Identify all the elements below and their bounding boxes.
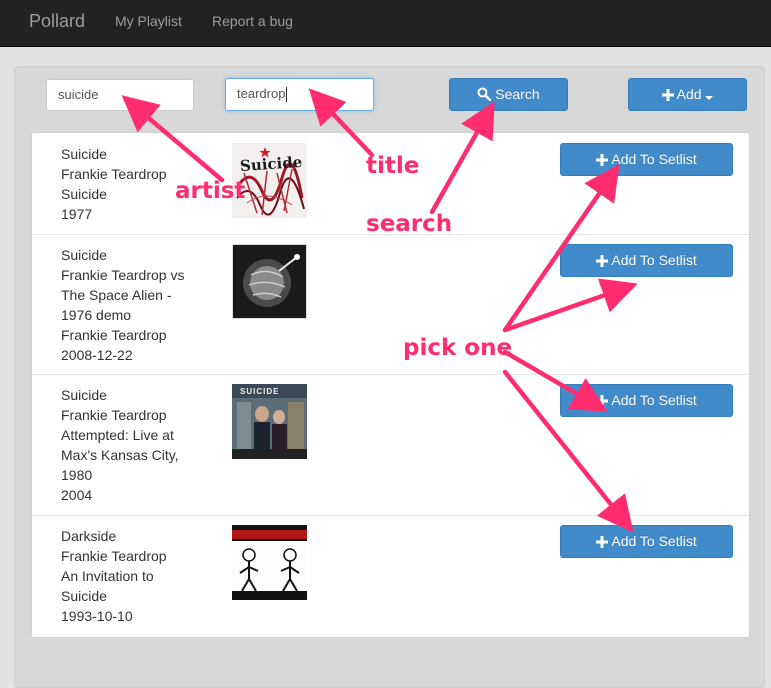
artist-name: Suicide bbox=[61, 387, 107, 403]
add-to-setlist-label: Add To Setlist bbox=[611, 151, 697, 167]
release-date: 1977 bbox=[61, 206, 93, 222]
add-to-setlist-label: Add To Setlist bbox=[611, 533, 697, 549]
plus-icon bbox=[661, 86, 674, 102]
annotation-pick-one: pick one bbox=[403, 335, 513, 361]
album-cover bbox=[232, 525, 307, 600]
annotation-artist: artist bbox=[175, 178, 246, 204]
track-info: Suicide Frankie Teardrop Attempted: Live… bbox=[61, 385, 201, 505]
album-name: An Invitation to bbox=[61, 568, 154, 584]
album-cover bbox=[232, 244, 307, 319]
track-title: Frankie Teardrop bbox=[61, 548, 167, 564]
album-name: 1976 demo bbox=[61, 307, 132, 323]
add-to-setlist-label: Add To Setlist bbox=[611, 252, 697, 268]
add-to-setlist-button[interactable]: Add To Setlist bbox=[560, 244, 733, 277]
artist-name: Suicide bbox=[61, 247, 107, 263]
add-to-setlist-button[interactable]: Add To Setlist bbox=[560, 143, 733, 176]
add-dropdown-button[interactable]: Add bbox=[628, 78, 747, 111]
add-to-setlist-button[interactable]: Add To Setlist bbox=[560, 384, 733, 417]
artist-name: Darkside bbox=[61, 528, 117, 544]
plus-icon bbox=[596, 533, 609, 549]
nav-my-playlist[interactable]: My Playlist bbox=[115, 13, 182, 29]
title-input-value: teardrop bbox=[237, 86, 286, 101]
plus-icon bbox=[596, 392, 609, 408]
album-name: The Space Alien - bbox=[61, 287, 172, 303]
plus-icon bbox=[596, 151, 609, 167]
text-caret bbox=[286, 87, 288, 103]
list-item: Suicide Frankie Teardrop Attempted: Live… bbox=[32, 374, 749, 516]
search-button-label: Search bbox=[495, 86, 540, 102]
annotation-search: search bbox=[366, 211, 453, 237]
track-info: Suicide Frankie Teardrop vs The Space Al… bbox=[61, 245, 201, 365]
album-name: Attempted: Live at bbox=[61, 427, 174, 443]
release-date: 2004 bbox=[61, 487, 93, 503]
results-list: Suicide Frankie Teardrop Suicide 1977 Su… bbox=[31, 132, 750, 638]
navbar: Pollard My Playlist Report a bug bbox=[0, 0, 771, 47]
plus-icon bbox=[596, 252, 609, 268]
search-bar: suicide teardrop Search Add bbox=[15, 67, 764, 123]
album-name: 1980 bbox=[61, 467, 93, 483]
artist-name: Suicide bbox=[61, 146, 107, 162]
brand-logo[interactable]: Pollard bbox=[29, 11, 85, 32]
track-title: Frankie Teardrop bbox=[61, 407, 167, 423]
album-name: Max's Kansas City, bbox=[61, 447, 179, 463]
nav-report-bug[interactable]: Report a bug bbox=[212, 13, 293, 29]
search-icon bbox=[477, 86, 492, 102]
list-item: Suicide Frankie Teardrop vs The Space Al… bbox=[32, 234, 749, 375]
caret-down-icon bbox=[705, 86, 714, 102]
album-name: Frankie Teardrop bbox=[61, 327, 167, 343]
artist-input[interactable]: suicide bbox=[46, 79, 194, 111]
add-to-setlist-label: Add To Setlist bbox=[611, 392, 697, 408]
album-cover: SUICIDE bbox=[232, 384, 307, 459]
release-date: 2008-12-22 bbox=[61, 347, 133, 363]
annotation-title: title bbox=[366, 153, 420, 179]
track-title: Frankie Teardrop vs bbox=[61, 267, 185, 283]
add-to-setlist-button[interactable]: Add To Setlist bbox=[560, 525, 733, 558]
list-item: Darkside Frankie Teardrop An Invitation … bbox=[32, 515, 749, 637]
track-info: Darkside Frankie Teardrop An Invitation … bbox=[61, 526, 201, 626]
release-date: 1993-10-10 bbox=[61, 608, 133, 624]
search-button[interactable]: Search bbox=[449, 78, 568, 111]
album-name: Suicide bbox=[61, 588, 107, 604]
title-input[interactable]: teardrop bbox=[225, 78, 374, 111]
cover-text: SUICIDE bbox=[240, 387, 280, 396]
artist-input-value: suicide bbox=[58, 87, 99, 102]
add-button-label: Add bbox=[676, 86, 702, 102]
